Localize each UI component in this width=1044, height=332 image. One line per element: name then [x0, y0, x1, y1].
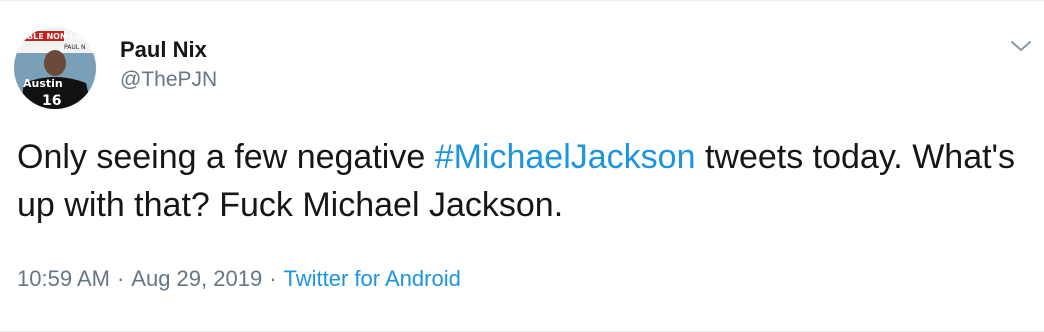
user-handle[interactable]: @ThePJN: [120, 66, 217, 94]
avatar-image: TABLE NON-LA PAUL N Austin 16: [14, 27, 96, 109]
avatar[interactable]: TABLE NON-LA PAUL N Austin 16: [14, 27, 96, 109]
tweet-card: TABLE NON-LA PAUL N Austin 16 Paul Nix @…: [0, 0, 1044, 332]
meta-separator: ·: [269, 266, 277, 291]
tweet-metadata: 10:59 AM · Aug 29, 2019 · Twitter for Androi…: [17, 264, 461, 294]
user-block: Paul Nix @ThePJN: [120, 36, 217, 94]
avatar-banner-text: TABLE NON-LA: [16, 32, 82, 41]
hashtag-link[interactable]: #MichaelJackson: [435, 138, 696, 176]
tweet-header: TABLE NON-LA PAUL N Austin 16 Paul Nix @…: [14, 27, 217, 109]
tweet-text-before: Only seeing a few negative: [17, 138, 435, 176]
tweet-date[interactable]: Aug 29, 2019: [131, 266, 262, 291]
avatar-shirt-number: 16: [42, 93, 61, 109]
avatar-shirt-text: Austin: [23, 77, 63, 90]
chevron-down-icon[interactable]: [1008, 35, 1034, 57]
display-name[interactable]: Paul Nix: [120, 36, 217, 64]
meta-separator: ·: [116, 266, 125, 291]
avatar-banner-small-text: PAUL N: [64, 44, 85, 51]
tweet-text: Only seeing a few negative #MichaelJacks…: [17, 133, 1017, 229]
tweet-time[interactable]: 10:59 AM: [17, 266, 110, 291]
tweet-source-link[interactable]: Twitter for Android: [284, 266, 461, 291]
